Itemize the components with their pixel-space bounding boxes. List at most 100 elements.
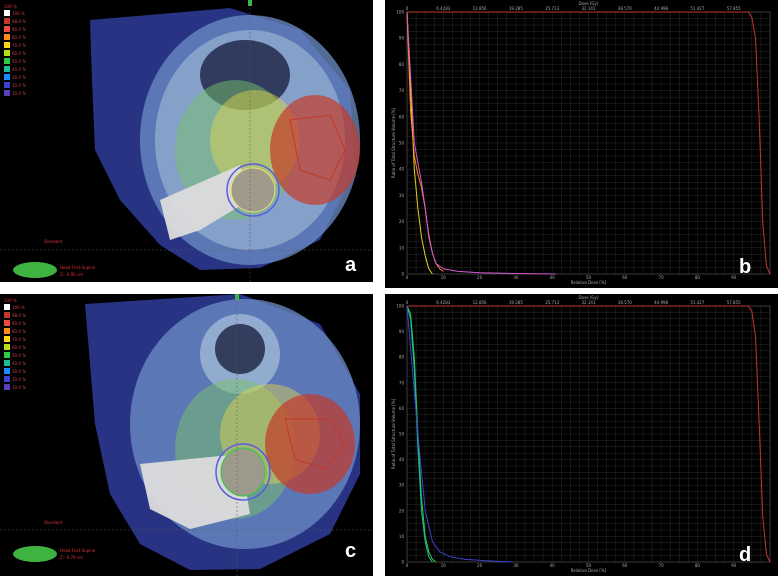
colorbar-entry: 90.0 % xyxy=(4,319,40,327)
colorbar-entry: 10.0 % xyxy=(4,383,40,391)
colorbar-swatch xyxy=(4,10,10,16)
chart-background xyxy=(385,0,778,288)
dose-wash-red xyxy=(270,95,360,205)
top-tick-label: 12.856 xyxy=(473,6,487,11)
y-tick-label: 20 xyxy=(399,219,405,224)
spinal-cord-contour xyxy=(230,167,276,213)
top-tick-label: 57.855 xyxy=(727,6,741,11)
colorbar-entry: 50.0 % xyxy=(4,351,40,359)
colorbar-swatch xyxy=(4,352,10,358)
colorbar-label: 98.0 % xyxy=(12,312,26,318)
y-tick-label: 30 xyxy=(399,193,405,198)
top-tick-label: 51.427 xyxy=(690,300,704,305)
y-tick-label: 60 xyxy=(399,406,405,411)
chart-background xyxy=(385,294,778,576)
colorbar-swatch xyxy=(4,360,10,366)
ct-panel-c: 100 % 100 % 98.0 % 90.0 % 80.0 % 70.0 % 60.0 … xyxy=(0,294,373,576)
top-tick-label: 32.141 xyxy=(582,6,596,11)
top-tick-label: 19.285 xyxy=(509,6,523,11)
colorbar-entry: 40.0 % xyxy=(4,65,40,73)
top-tick-label: 6.4283 xyxy=(436,300,450,305)
y-tick-label: 70 xyxy=(399,88,405,93)
orientation-label: Standard xyxy=(44,239,63,244)
colorbar-entry: 100 % xyxy=(4,303,40,311)
colorbar-entry: 100 % xyxy=(4,9,40,17)
colorbar-swatch xyxy=(4,328,10,334)
top-tick-label: 25.713 xyxy=(545,300,559,305)
ct-panel-a: 100 % 100 % 98.0 % 90.0 % 80.0 % 70.0 % 60.0 … xyxy=(0,0,373,282)
panel-letter-c: c xyxy=(345,540,357,562)
colorbar-label: 20.0 % xyxy=(12,376,26,382)
top-tick-label: 44.998 xyxy=(654,300,668,305)
colorbar-label: 50.0 % xyxy=(12,352,26,358)
colorbar-entry: 70.0 % xyxy=(4,41,40,49)
x-tick-label: 90 xyxy=(731,275,737,280)
x-tick-label: 0 xyxy=(406,563,409,568)
colorbar-label: 60.0 % xyxy=(12,344,26,350)
x-tick-label: 70 xyxy=(659,563,665,568)
colorbar-a: 100 % 100 % 98.0 % 90.0 % 80.0 % 70.0 % 60.0 … xyxy=(4,4,40,97)
colorbar-entry: 90.0 % xyxy=(4,25,40,33)
y-tick-label: 60 xyxy=(399,114,405,119)
colorbar-swatch xyxy=(4,74,10,80)
colorbar-label: 30.0 % xyxy=(12,74,26,80)
z-position-label: Z: -0.95 cm xyxy=(60,272,84,277)
colorbar-entry: 10.0 % xyxy=(4,89,40,97)
colorbar-label: 60.0 % xyxy=(12,50,26,56)
dose-wash-red xyxy=(265,394,355,494)
colorbar-label: 100 % xyxy=(12,304,25,310)
marker-top xyxy=(235,294,239,300)
dvh-chart-d: 0 10 20 30 40 50 60 70 80 90 0 6.4283 12.856 19.285 25… xyxy=(385,294,778,576)
top-tick-label: 25.713 xyxy=(545,6,559,11)
top-axis-label: Dose [Gy] xyxy=(579,1,599,6)
x-tick-label: 30 xyxy=(513,275,519,280)
colorbar-entry: 98.0 % xyxy=(4,311,40,319)
colorbar-swatch xyxy=(4,336,10,342)
y-tick-label: 50 xyxy=(399,432,405,437)
top-tick-label: 32.141 xyxy=(582,300,596,305)
colorbar-label: 70.0 % xyxy=(12,42,26,48)
y-tick-label: 90 xyxy=(399,329,405,334)
y-tick-label: 100 xyxy=(396,10,404,15)
colorbar-label: 90.0 % xyxy=(12,320,26,326)
orientation-head-icon xyxy=(13,546,57,562)
y-tick-label: 70 xyxy=(399,380,405,385)
colorbar-swatch xyxy=(4,320,10,326)
ct-image-c xyxy=(0,294,373,576)
top-tick-label: 12.856 xyxy=(473,300,487,305)
x-tick-label: 20 xyxy=(477,563,483,568)
panel-letter-b: b xyxy=(739,256,752,278)
top-tick-label: 38.570 xyxy=(618,6,632,11)
x-tick-label: 60 xyxy=(622,275,628,280)
colorbar-entry: 40.0 % xyxy=(4,359,40,367)
colorbar-label: 50.0 % xyxy=(12,58,26,64)
orientation-head-icon xyxy=(13,262,57,278)
x-axis-label: Relative Dose [%] xyxy=(571,568,607,573)
colorbar-swatch xyxy=(4,312,10,318)
colorbar-swatch xyxy=(4,50,10,56)
colorbar-entry: 30.0 % xyxy=(4,367,40,375)
top-tick-label: 0 xyxy=(406,300,409,305)
colorbar-label: 70.0 % xyxy=(12,336,26,342)
y-tick-label: 40 xyxy=(399,457,405,462)
dvh-panel-b: 0 10 20 30 40 50 60 70 80 90 0 6.4283 12.856 19.285 25… xyxy=(385,0,778,288)
top-tick-label: 57.855 xyxy=(727,300,741,305)
x-tick-label: 10 xyxy=(441,275,447,280)
colorbar-entry: 60.0 % xyxy=(4,49,40,57)
dvh-panel-d: 0 10 20 30 40 50 60 70 80 90 0 6.4283 12.856 19.285 25… xyxy=(385,294,778,576)
colorbar-swatch xyxy=(4,384,10,390)
colorbar-swatch xyxy=(4,42,10,48)
colorbar-swatch xyxy=(4,304,10,310)
colorbar-entry: 70.0 % xyxy=(4,335,40,343)
colorbar-swatch xyxy=(4,90,10,96)
colorbar-entry: 80.0 % xyxy=(4,327,40,335)
x-tick-label: 70 xyxy=(659,275,665,280)
marker-top xyxy=(248,0,252,6)
x-tick-label: 40 xyxy=(550,563,556,568)
colorbar-entry: 20.0 % xyxy=(4,375,40,383)
colorbar-swatch xyxy=(4,82,10,88)
colorbar-label: 98.0 % xyxy=(12,18,26,24)
colorbar-swatch xyxy=(4,26,10,32)
colorbar-label: 100 % xyxy=(12,10,25,16)
top-axis-label: Dose [Gy] xyxy=(579,295,599,300)
